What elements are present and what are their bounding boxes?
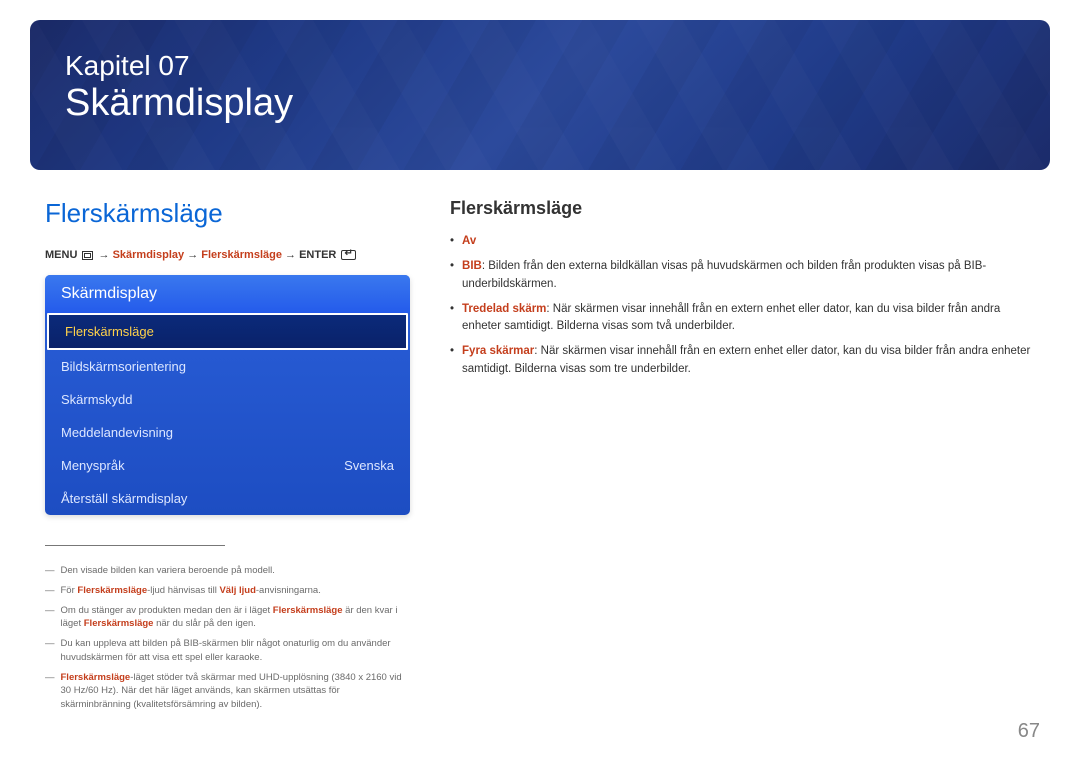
osd-menu-title: Skärmdisplay bbox=[45, 275, 410, 313]
footnote-seg: -anvisningarna. bbox=[256, 585, 321, 596]
footnote: ― Du kan uppleva att bilden på BIB-skärm… bbox=[45, 637, 410, 665]
footnotes: ― Den visade bilden kan variera beroende… bbox=[45, 564, 410, 712]
footnote-text: Om du stänger av produkten medan den är … bbox=[61, 604, 411, 632]
osd-menu-item[interactable]: Menyspråk Svenska bbox=[45, 449, 410, 482]
right-column: Flerskärmsläge • Av • BIB: Bilden från d… bbox=[450, 198, 1040, 718]
page: Kapitel 07 Skärmdisplay Flerskärmsläge M… bbox=[0, 0, 1080, 763]
bullet-hl: Fyra skärmar bbox=[462, 345, 534, 357]
footnote-text: Flerskärmsläge-läget stöder två skärmar … bbox=[61, 671, 411, 712]
arrow-icon: → bbox=[285, 249, 296, 261]
osd-menu-item[interactable]: Meddelandevisning bbox=[45, 416, 410, 449]
dash-icon: ― bbox=[45, 637, 55, 665]
osd-menu-item-label: Menyspråk bbox=[61, 458, 125, 473]
footnote-hl: Flerskärmsläge bbox=[61, 672, 131, 683]
menu-icon bbox=[82, 251, 93, 260]
footnote-hl: Flerskärmsläge bbox=[273, 605, 343, 616]
arrow-icon: → bbox=[99, 249, 110, 261]
bullet-icon: • bbox=[450, 301, 454, 336]
osd-menu-item-label: Återställ skärmdisplay bbox=[61, 491, 187, 506]
bullet-seg: : När skärmen visar innehåll från en ext… bbox=[462, 345, 1030, 374]
footnote: ― Flerskärmsläge-läget stöder två skärma… bbox=[45, 671, 410, 712]
chapter-hero: Kapitel 07 Skärmdisplay bbox=[30, 20, 1050, 170]
bullet-item: • Fyra skärmar: När skärmen visar innehå… bbox=[450, 343, 1040, 378]
dash-icon: ― bbox=[45, 584, 55, 598]
enter-icon bbox=[341, 250, 356, 260]
bullet-icon: • bbox=[450, 343, 454, 378]
osd-menu-item[interactable]: Bildskärmsorientering bbox=[45, 350, 410, 383]
breadcrumb-menu: MENU bbox=[45, 249, 77, 261]
footnote: ― Den visade bilden kan variera beroende… bbox=[45, 564, 410, 578]
bullet-icon: • bbox=[450, 258, 454, 293]
footnote-seg: Om du stänger av produkten medan den är … bbox=[61, 605, 273, 616]
osd-menu-item-value: Svenska bbox=[344, 458, 394, 473]
bullet-list: • Av • BIB: Bilden från den externa bild… bbox=[450, 233, 1040, 378]
bullet-icon: • bbox=[450, 233, 454, 250]
bullet-seg: : Bilden från den externa bildkällan vis… bbox=[462, 260, 986, 289]
chapter-title: Skärmdisplay bbox=[65, 82, 1015, 125]
dash-icon: ― bbox=[45, 564, 55, 578]
footnote: ― För Flerskärmsläge-ljud hänvisas till … bbox=[45, 584, 410, 598]
footnote-hl: Flerskärmsläge bbox=[84, 618, 154, 629]
osd-menu-item-label: Flerskärmsläge bbox=[65, 324, 154, 339]
bullet-item: • Tredelad skärm: När skärmen visar inne… bbox=[450, 301, 1040, 336]
breadcrumb-p1: Skärmdisplay bbox=[113, 249, 185, 261]
left-column: Flerskärmsläge MENU → Skärmdisplay → Fle… bbox=[45, 198, 410, 718]
footnote-seg: För bbox=[61, 585, 78, 596]
bullet-text: Fyra skärmar: När skärmen visar innehåll… bbox=[462, 343, 1040, 378]
body: Flerskärmsläge MENU → Skärmdisplay → Fle… bbox=[30, 198, 1050, 718]
bullet-hl: Av bbox=[462, 235, 476, 247]
osd-menu-item[interactable]: Återställ skärmdisplay bbox=[45, 482, 410, 515]
footnote-hl: Välj ljud bbox=[219, 585, 255, 596]
bullet-hl: Tredelad skärm bbox=[462, 303, 546, 315]
bullet-item: • BIB: Bilden från den externa bildkälla… bbox=[450, 258, 1040, 293]
breadcrumb-p2: Flerskärmsläge bbox=[201, 249, 282, 261]
osd-menu-panel: Skärmdisplay Flerskärmsläge Bildskärmsor… bbox=[45, 275, 410, 515]
menu-breadcrumb: MENU → Skärmdisplay → Flerskärmsläge → E… bbox=[45, 249, 410, 261]
footnote-text: För Flerskärmsläge-ljud hänvisas till Vä… bbox=[61, 584, 321, 598]
footnote-separator bbox=[45, 545, 225, 546]
bullet-text: BIB: Bilden från den externa bildkällan … bbox=[462, 258, 1040, 293]
osd-menu-item-selected[interactable]: Flerskärmsläge bbox=[47, 313, 408, 350]
footnote-hl: Flerskärmsläge bbox=[77, 585, 147, 596]
footnote-seg: -ljud hänvisas till bbox=[147, 585, 219, 596]
footnote: ― Om du stänger av produkten medan den ä… bbox=[45, 604, 410, 632]
bullet-hl: BIB bbox=[462, 260, 482, 272]
breadcrumb-enter: ENTER bbox=[299, 249, 336, 261]
chapter-label: Kapitel 07 bbox=[65, 50, 1015, 82]
footnote-seg: när du slår på den igen. bbox=[153, 618, 255, 629]
osd-menu-item-label: Skärmskydd bbox=[61, 392, 133, 407]
arrow-icon: → bbox=[187, 249, 198, 261]
dash-icon: ― bbox=[45, 671, 55, 712]
dash-icon: ― bbox=[45, 604, 55, 632]
section-heading: Flerskärmsläge bbox=[45, 198, 410, 229]
footnote-text: Du kan uppleva att bilden på BIB-skärmen… bbox=[61, 637, 411, 665]
bullet-item: • Av bbox=[450, 233, 1040, 250]
bullet-text: Tredelad skärm: När skärmen visar innehå… bbox=[462, 301, 1040, 336]
osd-menu-item-label: Meddelandevisning bbox=[61, 425, 173, 440]
footnote-text: Den visade bilden kan variera beroende p… bbox=[61, 564, 275, 578]
osd-menu-item[interactable]: Skärmskydd bbox=[45, 383, 410, 416]
bullet-text: Av bbox=[462, 233, 476, 250]
page-number: 67 bbox=[1018, 720, 1040, 743]
subsection-heading: Flerskärmsläge bbox=[450, 198, 1040, 219]
osd-menu-item-label: Bildskärmsorientering bbox=[61, 359, 186, 374]
